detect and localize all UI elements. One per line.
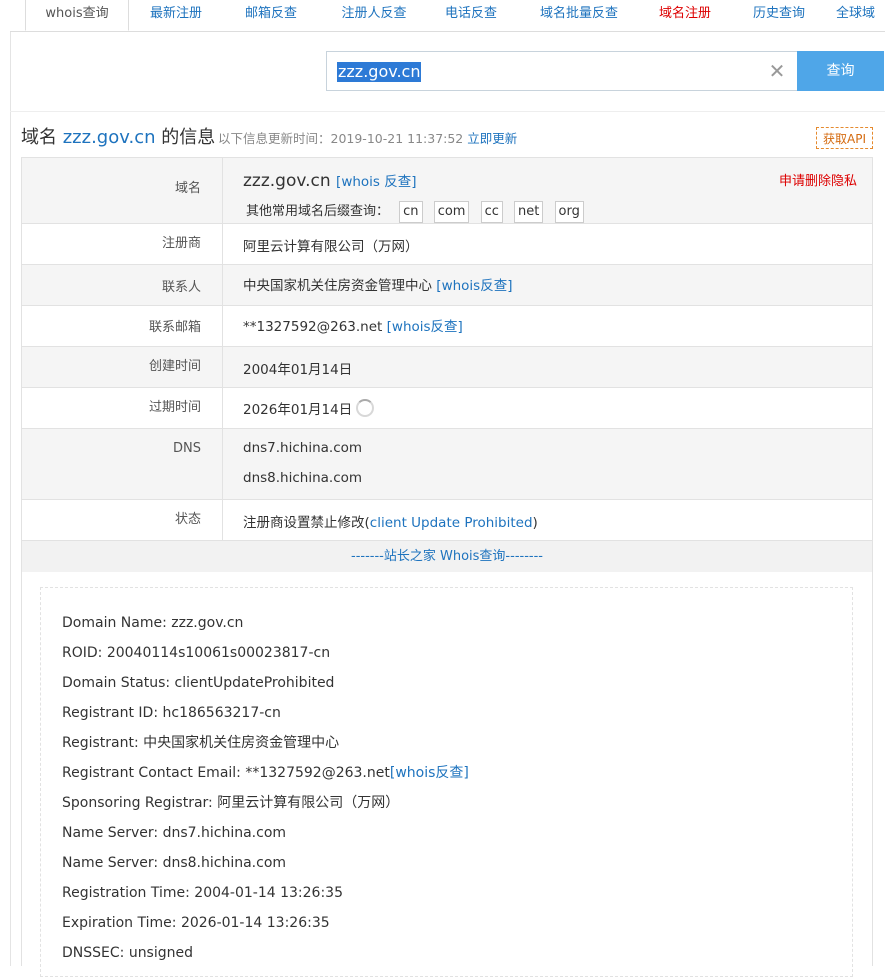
tab-global-domains[interactable]: 全球域 [836, 0, 885, 31]
raw-line: ROID: 20040114s10061s00023817-cn [62, 645, 331, 661]
tab-phone-reverse[interactable]: 电话反查 [434, 0, 508, 31]
domain-search-input[interactable]: zzz.gov.cn ✕ [326, 51, 799, 91]
search-button[interactable]: 查询 [797, 51, 884, 91]
contact-value: 中央国家机关住房资金管理中心 [243, 278, 432, 294]
raw-email-whois-reverse-link[interactable]: [whois反查] [390, 765, 469, 781]
raw-line: Sponsoring Registrar: 阿里云计算有限公司（万网） [62, 795, 400, 811]
page-title: 域名 zzz.gov.cn 的信息 [21, 125, 215, 151]
row-label: 创建时间 [22, 347, 223, 387]
table-row-expires: 过期时间 2026年01月14日 [22, 388, 872, 429]
update-time-text: 以下信息更新时间：2019-10-21 11:37:52 [218, 131, 464, 146]
tab-email-reverse[interactable]: 邮箱反查 [234, 0, 308, 31]
raw-line-email-text: Registrant Contact Email: **1327592@263.… [62, 765, 390, 781]
raw-line: Registration Time: 2004-01-14 13:26:35 [62, 885, 343, 901]
row-value: 注册商设置禁止修改(client Update Prohibited) [243, 511, 538, 531]
remove-privacy-link[interactable]: 申请删除隐私 [779, 170, 857, 189]
search-input-value: zzz.gov.cn [337, 62, 422, 82]
page-left-border [10, 0, 11, 966]
section-divider [10, 111, 885, 112]
table-row-status: 状态 注册商设置禁止修改(client Update Prohibited) [22, 500, 872, 541]
top-tab-bar: whois查询 最新注册 邮箱反查 注册人反查 电话反查 域名批量反查 域名注册… [10, 0, 885, 32]
row-value: 中央国家机关住房资金管理中心 [whois反查] [243, 274, 512, 294]
title-prefix: 域名 [21, 127, 63, 148]
table-row-contact: 联系人 中央国家机关住房资金管理中心 [whois反查] [22, 265, 872, 306]
tab-domain-register[interactable]: 域名注册 [648, 0, 722, 31]
dns-value-1: dns7.hichina.com [243, 440, 363, 456]
close-icon[interactable]: ✕ [767, 60, 787, 82]
tab-new-registrations[interactable]: 最新注册 [139, 0, 213, 31]
raw-line: Name Server: dns7.hichina.com [62, 825, 287, 841]
tab-history[interactable]: 历史查询 [742, 0, 816, 31]
tab-registrant-reverse[interactable]: 注册人反查 [330, 0, 418, 31]
suffix-net[interactable]: net [514, 201, 544, 223]
registrar-value: 阿里云计算有限公司（万网） [243, 239, 419, 255]
table-row-registrar: 注册商 阿里云计算有限公司（万网） [22, 224, 872, 265]
refresh-icon[interactable] [356, 399, 375, 417]
tab-whois[interactable]: whois查询 [25, 0, 129, 31]
suffix-label: 其他常用域名后缀查询： [246, 204, 390, 219]
row-value: 2026年01月14日 [243, 398, 375, 418]
raw-line: Domain Name: zzz.gov.cn [62, 615, 244, 631]
row-label: 联系人 [22, 265, 223, 305]
domain-whois-reverse-link[interactable]: [whois 反查] [336, 174, 416, 190]
tab-batch-reverse[interactable]: 域名批量反查 [528, 0, 630, 31]
chinaz-whois-divider: -------站长之家 Whois查询-------- [22, 541, 872, 572]
raw-line: Name Server: dns8.hichina.com [62, 855, 287, 871]
contact-whois-reverse-link[interactable]: [whois反查] [436, 278, 512, 294]
table-row-created: 创建时间 2004年01月14日 [22, 347, 872, 388]
raw-line: Expiration Time: 2026-01-14 13:26:35 [62, 915, 330, 931]
suffix-cn[interactable]: cn [399, 201, 423, 223]
row-label: 状态 [22, 500, 223, 540]
status-text: 注册商设置禁止修改( [243, 515, 370, 531]
row-label: 注册商 [22, 224, 223, 264]
raw-line-email: Registrant Contact Email: **1327592@263.… [62, 763, 469, 783]
status-close: ) [532, 515, 538, 531]
search-bar: zzz.gov.cn ✕ 查询 [326, 51, 884, 91]
update-time: 以下信息更新时间：2019-10-21 11:37:52 立即更新 [218, 130, 517, 148]
table-row-domain: 域名 zzz.gov.cn [whois 反查] 其他常用域名后缀查询： cn … [22, 158, 872, 224]
get-api-button[interactable]: 获取API [816, 127, 873, 149]
title-suffix: 的信息 [155, 127, 216, 148]
raw-line: DNSSEC: unsigned [62, 945, 194, 961]
row-label: 过期时间 [22, 388, 223, 428]
table-row-dns: DNS dns7.hichina.com dns8.hichina.com [22, 429, 872, 500]
suffix-org[interactable]: org [554, 201, 584, 223]
dns-value-2: dns8.hichina.com [243, 470, 363, 486]
table-row-email: 联系邮箱 **1327592@263.net [whois反查] [22, 306, 872, 347]
suffix-com[interactable]: com [433, 201, 470, 223]
expires-value: 2026年01月14日 [243, 402, 353, 418]
raw-line: Registrant: 中央国家机关住房资金管理中心 [62, 735, 340, 751]
title-domain: zzz.gov.cn [62, 127, 156, 148]
refresh-now-link[interactable]: 立即更新 [467, 131, 517, 146]
row-label: DNS [22, 429, 223, 499]
row-label: 域名 [22, 158, 223, 223]
row-value: zzz.gov.cn [whois 反查] [243, 170, 417, 191]
row-value: **1327592@263.net [whois反查] [243, 315, 463, 335]
raw-line: Domain Status: clientUpdateProhibited [62, 675, 335, 691]
raw-line: Registrant ID: hc186563217-cn [62, 705, 281, 721]
email-value: **1327592@263.net [243, 319, 383, 335]
domain-value: zzz.gov.cn [243, 171, 331, 191]
created-value: 2004年01月14日 [243, 362, 353, 378]
row-label: 联系邮箱 [22, 306, 223, 346]
suffix-query: 其他常用域名后缀查询： cn com cc net org [246, 200, 591, 223]
status-link[interactable]: client Update Prohibited [370, 515, 533, 531]
suffix-cc[interactable]: cc [480, 201, 503, 223]
email-whois-reverse-link[interactable]: [whois反查] [387, 319, 463, 335]
whois-info-table: 域名 zzz.gov.cn [whois 反查] 其他常用域名后缀查询： cn … [21, 157, 873, 573]
